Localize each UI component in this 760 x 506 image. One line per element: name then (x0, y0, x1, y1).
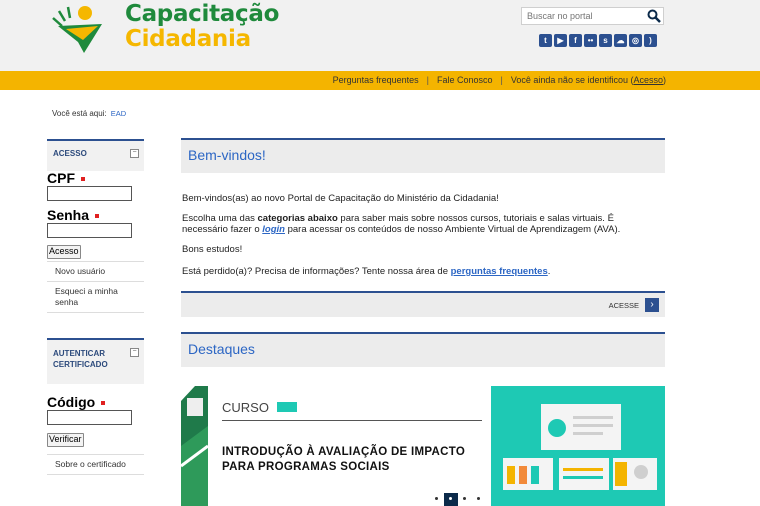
collapse-icon[interactable]: − (130, 348, 139, 357)
carousel-dot-active[interactable] (444, 493, 458, 506)
separator: | (500, 75, 503, 85)
breadcrumb-item-ead[interactable]: EAD (111, 109, 126, 118)
search-input[interactable] (522, 8, 645, 24)
arrow-right-icon[interactable]: › (645, 298, 659, 312)
required-marker (101, 401, 106, 406)
banner-divider (222, 420, 482, 421)
destaques-panel: Destaques (181, 332, 665, 367)
banner-tag: CURSO (222, 400, 269, 415)
forgot-password-link[interactable]: Esqueci a minha senha (47, 286, 127, 308)
welcome-p2-a: Escolha uma das (182, 213, 258, 224)
top-links: Perguntas frequentes | Fale Conosco | Vo… (333, 71, 666, 90)
acesso-button[interactable]: Acesso (47, 245, 81, 259)
acesse-label[interactable]: ACESSE (609, 301, 639, 310)
welcome-p4: Está perdido(a)? Precisa de informações?… (182, 266, 662, 277)
site-logo-title[interactable]: Capacitação Cidadania (125, 2, 279, 52)
destaques-title: Destaques (181, 332, 665, 367)
logo-line-2: Cidadania (125, 26, 251, 52)
certificado-form: Código Verificar Sobre o certificado (47, 395, 144, 485)
search-icon[interactable] (647, 9, 661, 23)
collapse-icon[interactable]: − (130, 149, 139, 158)
about-certificate-link[interactable]: Sobre o certificado (47, 459, 144, 470)
welcome-p2-d: para acessar os conteúdos de nosso Ambie… (284, 224, 621, 235)
senha-label-text: Senha (47, 207, 90, 223)
banner-illustration (491, 386, 665, 506)
welcome-text: Bem-vindos(as) ao novo Portal de Capacit… (182, 193, 662, 277)
senha-label: Senha (47, 208, 144, 223)
cpf-label: CPF (47, 171, 144, 186)
login-status-text: Você ainda não se identificou ( (510, 75, 634, 85)
codigo-field[interactable] (47, 410, 132, 425)
welcome-title: Bem-vindos! (181, 138, 665, 173)
faq-link[interactable]: Perguntas frequentes (333, 71, 419, 90)
divider (47, 454, 144, 455)
divider (47, 312, 144, 313)
welcome-p4-b: . (547, 266, 551, 277)
divider (47, 281, 144, 282)
breadcrumb-label: Você está aqui: (52, 109, 107, 118)
youtube-icon[interactable]: ▶ (554, 34, 567, 47)
login-status: Você ainda não se identificou (Acesso) (511, 71, 666, 90)
carousel-dots (430, 493, 486, 506)
twitter-icon[interactable]: t (539, 34, 552, 47)
carousel-dot[interactable] (472, 493, 486, 506)
instagram-icon[interactable]: ◎ (629, 34, 642, 47)
banner-tag-bar (277, 402, 297, 412)
cpf-field[interactable] (47, 186, 132, 201)
separator: | (426, 75, 430, 85)
acesso-form: CPF Senha Acesso Novo usuário Esqueci a … (47, 171, 144, 313)
soundcloud-icon[interactable]: ☁ (614, 34, 627, 47)
course-banner[interactable]: CURSO INTRODUÇÃO À AVALIAÇÃO DE IMPACTO … (181, 386, 665, 506)
certificado-title: AUTENTICAR CERTIFICADO (53, 349, 108, 369)
search-box (521, 7, 664, 25)
required-marker (81, 177, 85, 182)
certificado-portlet-header: AUTENTICAR CERTIFICADO − (47, 338, 144, 384)
codigo-label-text: Código (47, 394, 96, 410)
cpf-label-text: CPF (47, 170, 75, 186)
carousel-dot[interactable] (430, 493, 444, 506)
welcome-p1: Bem-vindos(as) ao novo Portal de Capacit… (182, 193, 499, 204)
login-inline-link[interactable]: login (262, 224, 285, 235)
social-icons: t ▶ f •• s ☁ ◎ ) (539, 34, 657, 47)
verificar-button[interactable]: Verificar (47, 433, 84, 447)
login-link[interactable]: Acesso (633, 75, 663, 85)
welcome-p2: Escolha uma das categorias abaixo para s… (182, 213, 662, 235)
faq-inline-link[interactable]: perguntas frequentes (451, 266, 548, 277)
categories-emphasis: categorias abaixo (257, 213, 338, 224)
banner-title-line2: PARA PROGRAMAS SOCIAIS (222, 461, 390, 473)
welcome-p3: Bons estudos! (182, 244, 243, 255)
logo-icon[interactable] (50, 4, 110, 56)
new-user-link[interactable]: Novo usuário (47, 266, 144, 277)
acesse-bar: ACESSE › (181, 291, 665, 317)
divider (47, 474, 144, 475)
contact-link[interactable]: Fale Conosco (437, 71, 493, 90)
banner-title-line1: INTRODUÇÃO À AVALIAÇÃO DE IMPACTO (222, 446, 466, 458)
carousel-dot[interactable] (458, 493, 472, 506)
welcome-p4-a: Está perdido(a)? Precisa de informações?… (182, 266, 451, 277)
required-marker (95, 214, 100, 219)
flickr-icon[interactable]: •• (584, 34, 597, 47)
presentation-slides-icon (503, 404, 657, 490)
slideshare-icon[interactable]: s (599, 34, 612, 47)
breadcrumb: Você está aqui: EAD (52, 109, 126, 118)
acesso-portlet-header: ACESSO − (47, 139, 144, 171)
codigo-label: Código (47, 395, 144, 410)
divider (47, 261, 144, 262)
welcome-panel: Bem-vindos! (181, 138, 665, 173)
banner-decoration-icon (181, 386, 208, 506)
facebook-icon[interactable]: f (569, 34, 582, 47)
login-status-close: ) (663, 75, 666, 85)
senha-field[interactable] (47, 223, 132, 238)
logo-line-1: Capacitação (125, 1, 280, 27)
rss-icon[interactable]: ) (644, 34, 657, 47)
